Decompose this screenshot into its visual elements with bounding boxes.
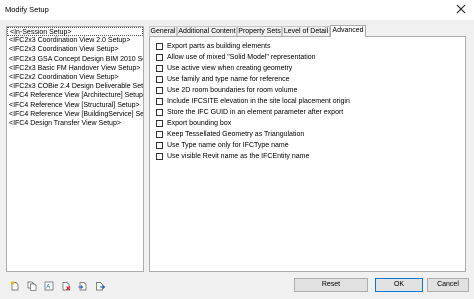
- setup-list-item[interactable]: <IFC4 Reference View [Architecture] Setu…: [7, 91, 143, 100]
- option-store-ifc-guid[interactable]: Store the IFC GUID in an element paramet…: [156, 108, 343, 116]
- option-label: Export bounding box: [167, 119, 232, 127]
- checkbox[interactable]: [156, 152, 163, 160]
- setup-list-item[interactable]: <IFC2x3 Coordination View 2.0 Setup>: [7, 36, 143, 45]
- close-icon: [456, 4, 466, 14]
- reset-button[interactable]: Reset: [294, 278, 368, 292]
- rename-setup-button[interactable]: A: [44, 281, 54, 291]
- checkbox[interactable]: [156, 53, 163, 61]
- setup-list-item[interactable]: <IFC2x3 Coordination View Setup>: [7, 45, 143, 54]
- cancel-button[interactable]: Cancel: [427, 278, 469, 292]
- option-ifcsite-elevation[interactable]: Include IFCSITE elevation in the site lo…: [156, 97, 350, 105]
- option-active-view-geometry[interactable]: Use active view when creating geometry: [156, 64, 292, 72]
- setup-list[interactable]: <In-Session Setup> <IFC2x3 Coordination …: [6, 26, 144, 272]
- option-mixed-solid-model[interactable]: Allow use of mixed "Solid Model" represe…: [156, 53, 316, 61]
- setup-list-item[interactable]: <IFC2x2 Coordination View Setup>: [7, 73, 143, 82]
- export-setup-icon: [96, 282, 105, 291]
- checkbox[interactable]: [156, 97, 163, 105]
- new-setup-icon: [10, 281, 19, 291]
- option-label: Use active view when creating geometry: [167, 64, 293, 72]
- new-setup-button[interactable]: [10, 281, 20, 291]
- option-label: Use family and type name for reference: [167, 75, 290, 83]
- checkbox[interactable]: [156, 86, 163, 94]
- export-setup-button[interactable]: [95, 281, 105, 291]
- close-window-button[interactable]: [454, 2, 468, 16]
- svg-text:A: A: [46, 284, 50, 290]
- checkbox[interactable]: [156, 130, 163, 138]
- duplicate-setup-icon: [27, 281, 37, 291]
- option-2d-room-boundaries[interactable]: Use 2D room boundaries for room volume: [156, 86, 297, 94]
- option-label: Keep Tessellated Geometry as Triangulati…: [167, 130, 305, 138]
- option-label: Export parts as building elements: [167, 42, 271, 50]
- option-label: Use Type name only for IFCType name: [167, 141, 289, 149]
- checkbox[interactable]: [156, 42, 163, 50]
- option-export-parts[interactable]: Export parts as building elements: [156, 42, 271, 50]
- checkbox[interactable]: [156, 141, 163, 149]
- option-label: Allow use of mixed "Solid Model" represe…: [167, 53, 316, 61]
- setup-list-item[interactable]: <IFC2x3 GSA Concept Design BIM 2010 Setu…: [7, 55, 143, 64]
- setup-list-item[interactable]: <IFC4 Design Transfer View Setup>: [7, 119, 143, 128]
- option-family-type-reference[interactable]: Use family and type name for reference: [156, 75, 290, 83]
- delete-setup-button[interactable]: [61, 281, 71, 291]
- checkbox[interactable]: [156, 108, 163, 116]
- advanced-options-panel: Export parts as building elements Allow …: [149, 36, 466, 272]
- option-keep-tessellated[interactable]: Keep Tessellated Geometry as Triangulati…: [156, 130, 304, 138]
- setup-list-item[interactable]: <IFC4 Reference View [Structural] Setup>: [7, 101, 143, 110]
- setup-list-item[interactable]: <IFC2x3 COBie 2.4 Design Deliverable Set…: [7, 82, 143, 91]
- duplicate-setup-button[interactable]: [27, 281, 37, 291]
- setup-list-item[interactable]: <In-Session Setup>: [7, 27, 143, 37]
- option-type-name-only[interactable]: Use Type name only for IFCType name: [156, 141, 289, 149]
- option-label: Use 2D room boundaries for room volume: [167, 86, 298, 94]
- window-title: Modify Setup: [5, 5, 49, 14]
- checkbox[interactable]: [156, 119, 163, 127]
- checkbox[interactable]: [156, 75, 163, 83]
- option-label: Store the IFC GUID in an element paramet…: [167, 108, 344, 116]
- setup-list-item[interactable]: <IFC4 Reference View [BuildingService] S…: [7, 110, 143, 119]
- option-label: Use visible Revit name as the IFCEntity …: [167, 152, 310, 160]
- option-export-bounding-box[interactable]: Export bounding box: [156, 119, 231, 127]
- option-label: Include IFCSITE elevation in the site lo…: [167, 97, 350, 105]
- checkbox[interactable]: [156, 64, 163, 72]
- tab-advanced[interactable]: Advanced: [330, 25, 366, 37]
- title-bar: Modify Setup: [0, 0, 474, 20]
- ok-button[interactable]: OK: [375, 278, 423, 292]
- delete-setup-icon: [62, 282, 71, 291]
- setup-list-item[interactable]: <IFC2x3 Basic FM Handover View Setup>: [7, 64, 143, 73]
- import-setup-button[interactable]: [78, 281, 88, 291]
- rename-setup-icon: A: [44, 281, 54, 291]
- import-setup-icon: [78, 282, 87, 291]
- option-visible-revit-name[interactable]: Use visible Revit name as the IFCEntity …: [156, 152, 309, 160]
